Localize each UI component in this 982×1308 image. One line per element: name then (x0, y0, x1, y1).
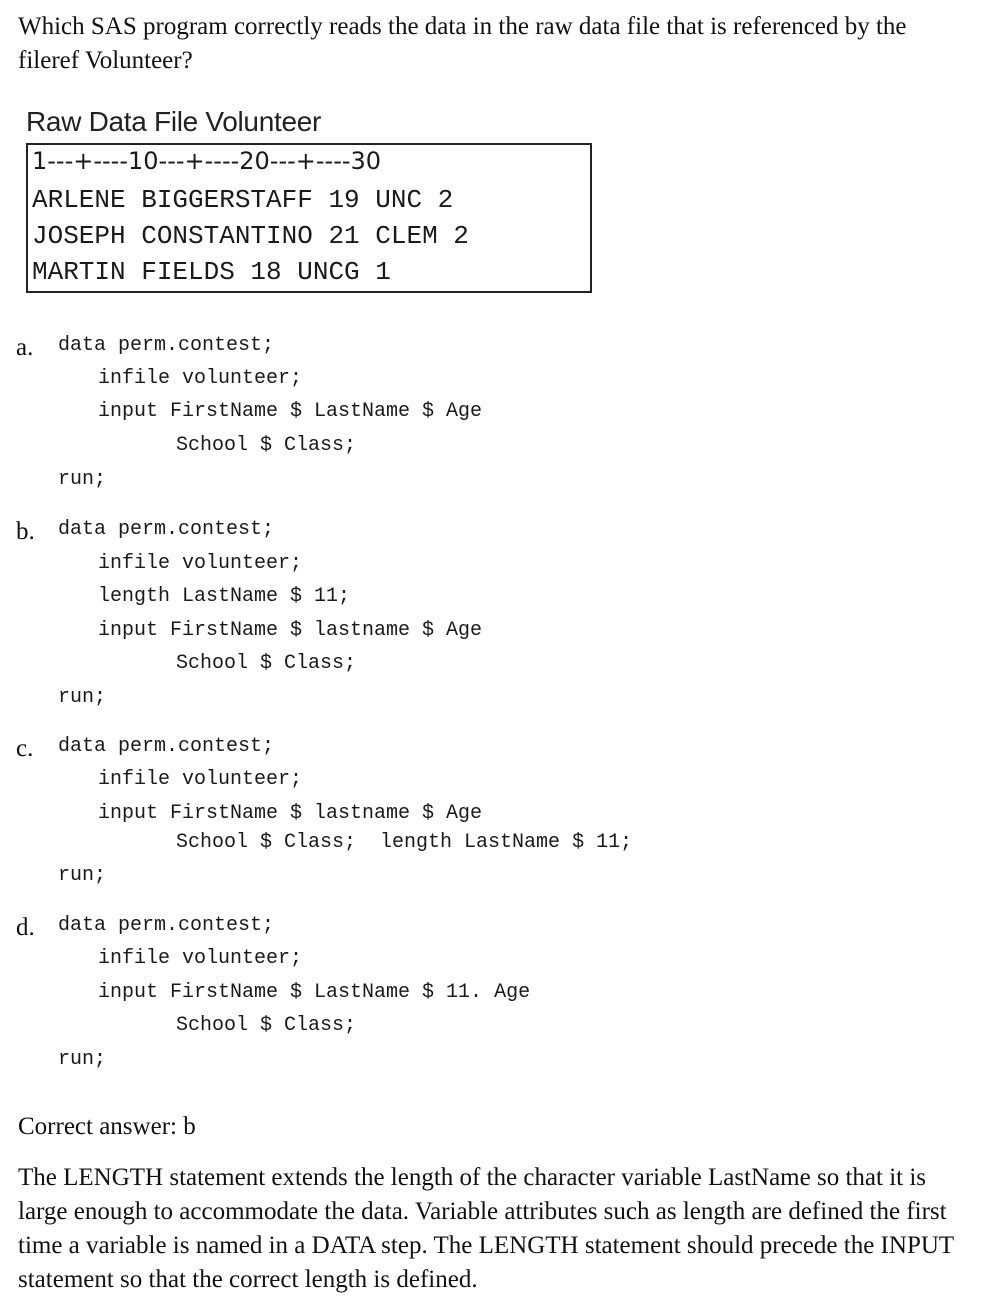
column-ruler: 1---+----10---+----20---+----30 (32, 147, 382, 175)
correct-answer: Correct answer: b (18, 1113, 196, 1140)
option-d-code-line: data perm.contest; (58, 914, 275, 937)
option-c-code-line: School $ Class; length LastName $ 11; (176, 831, 633, 854)
option-a-code-line: run; (58, 468, 107, 491)
option-d-code-line: School $ Class; (176, 1014, 357, 1037)
raw-data-file-title: Raw Data File Volunteer (26, 106, 322, 137)
option-b-code-line: School $ Class; (176, 652, 357, 675)
raw-data-row: ARLENE BIGGERSTAFF 19 UNC 2 (32, 185, 454, 215)
option-d-code-line: infile volunteer; (98, 947, 303, 970)
raw-data-file-box: 1---+----10---+----20---+----30 ARLENE B… (26, 143, 592, 293)
raw-data-row: JOSEPH CONSTANTINO 21 CLEM 2 (32, 221, 469, 251)
option-d-code-line: input FirstName $ LastName $ 11. Age (98, 981, 531, 1004)
option-a-code-line: infile volunteer; (98, 367, 303, 390)
option-b-code-line: run; (58, 686, 107, 709)
option-a-code-line: data perm.contest; (58, 334, 275, 357)
raw-data-row: MARTIN FIELDS 18 UNCG 1 (32, 257, 391, 287)
option-b-code-line: data perm.contest; (58, 518, 275, 541)
explanation-text: The LENGTH statement extends the length … (18, 1164, 954, 1293)
option-c-letter: c. (16, 735, 34, 762)
option-b-letter: b. (16, 518, 35, 545)
option-a-code-line: input FirstName $ LastName $ Age (98, 400, 483, 423)
option-b-code-line: length LastName $ 11; (98, 585, 351, 608)
option-c-code-line: infile volunteer; (98, 768, 303, 791)
option-c-code-line: run; (58, 864, 107, 887)
option-c-code-line: data perm.contest; (58, 735, 275, 758)
question-text: Which SAS program correctly reads the da… (18, 13, 907, 74)
option-d-code-line: run; (58, 1048, 107, 1071)
option-c-code-line: input FirstName $ lastname $ Age (98, 802, 483, 825)
option-d-letter: d. (16, 914, 35, 941)
option-b-code-line: infile volunteer; (98, 552, 303, 575)
option-a-code-line: School $ Class; (176, 434, 357, 457)
option-a-letter: a. (16, 334, 34, 361)
option-b-code-line: input FirstName $ lastname $ Age (98, 619, 483, 642)
